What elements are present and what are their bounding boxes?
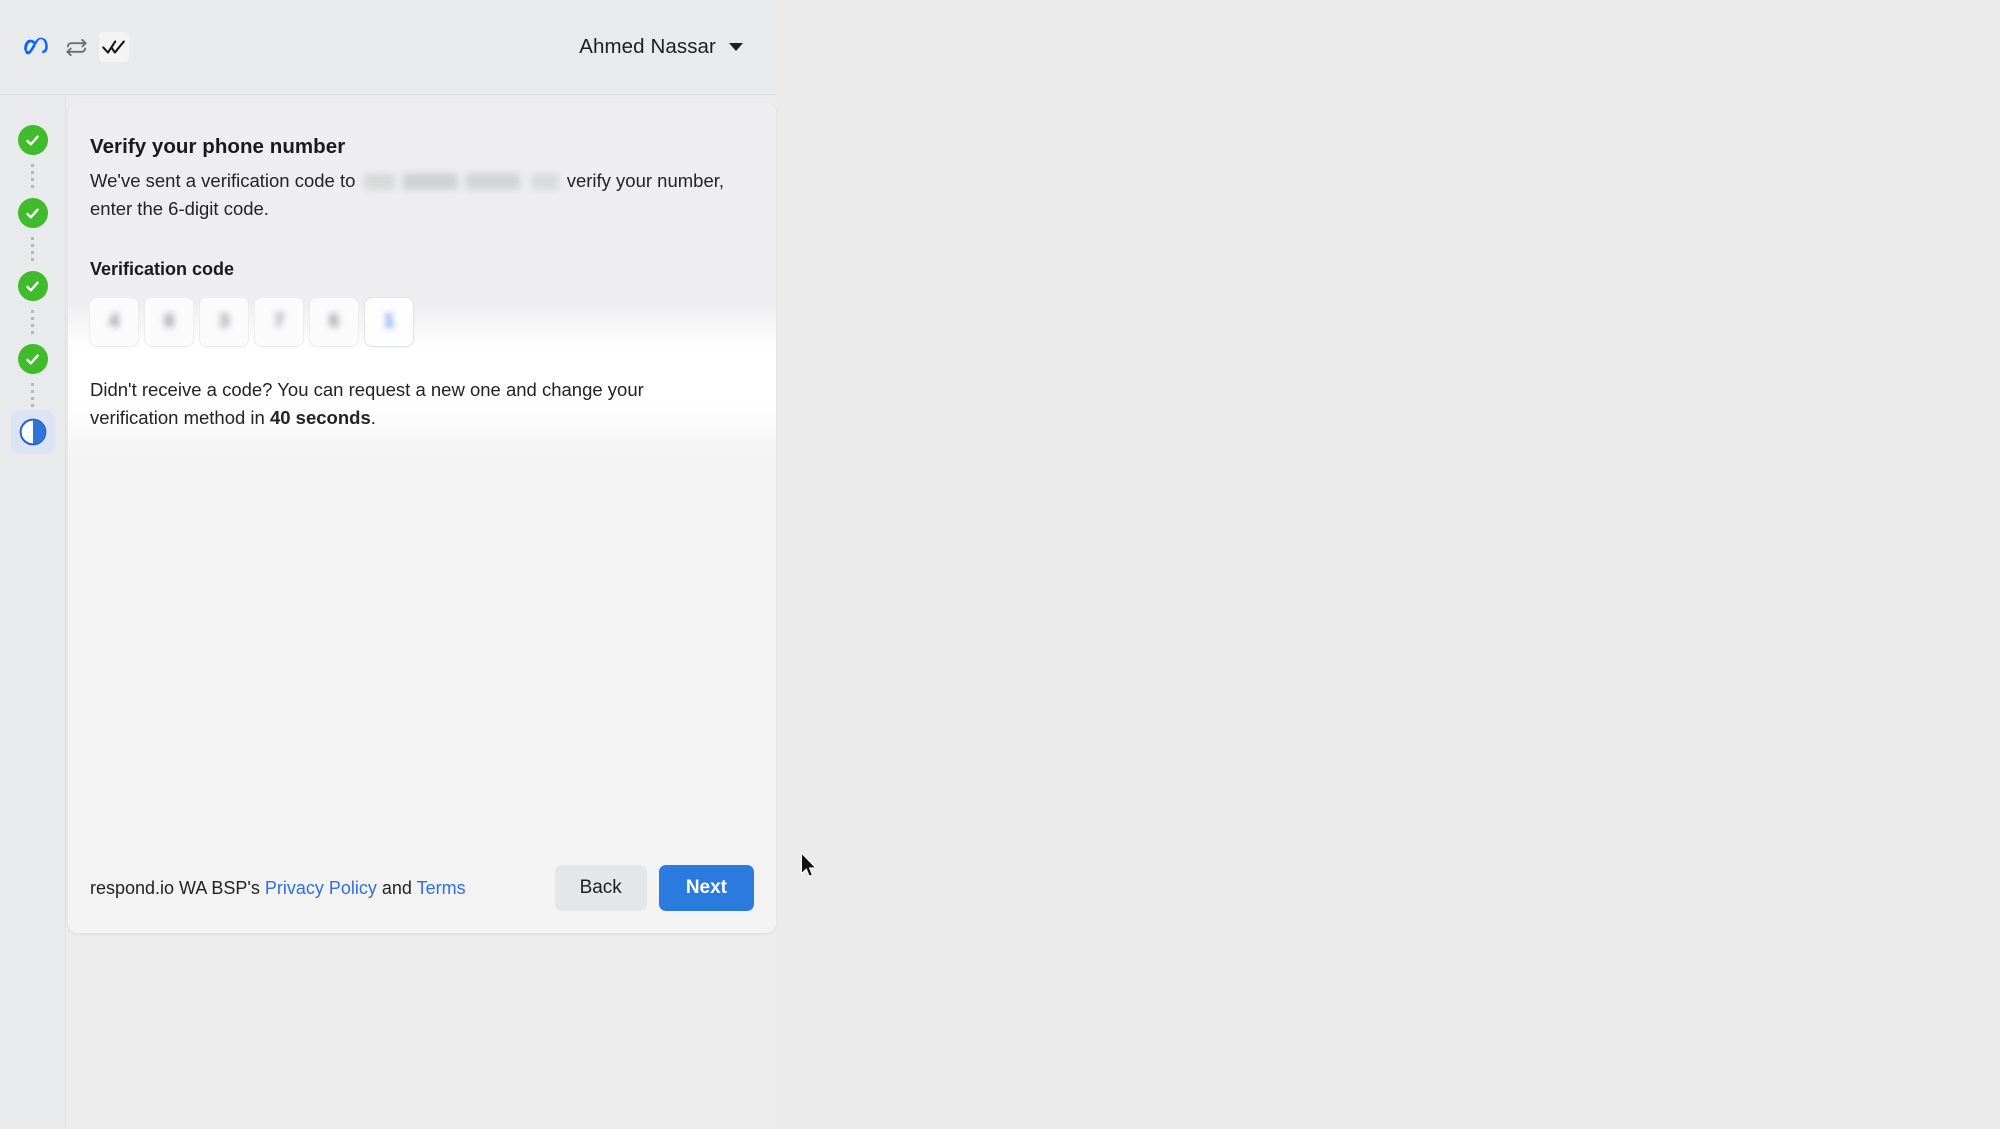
footer-button-group: Back Next bbox=[554, 865, 754, 911]
step-item-5[interactable] bbox=[10, 410, 55, 454]
otp-digit-4: 7 bbox=[273, 311, 285, 332]
resend-code-text: Didn't receive a code? You can request a… bbox=[90, 376, 690, 432]
legal-middle: and bbox=[376, 877, 417, 898]
legal-prefix: respond.io WA BSP's bbox=[90, 877, 265, 898]
step-connector bbox=[31, 164, 34, 189]
step-item-4[interactable] bbox=[11, 337, 55, 381]
otp-digit-5: 6 bbox=[328, 311, 340, 332]
otp-input-5[interactable]: 6 bbox=[310, 298, 358, 346]
app-root: Ahmed Nassar Verify your phone number We… bbox=[0, 0, 2000, 1129]
card-body: Verify your phone number We've sent a ve… bbox=[68, 103, 776, 432]
otp-digit-6: 1 bbox=[383, 311, 395, 332]
description-text-before: We've sent a verification code to bbox=[90, 170, 356, 191]
legal-text: respond.io WA BSP's Privacy Policy and T… bbox=[90, 878, 466, 899]
chevron-down-icon bbox=[729, 43, 743, 51]
user-menu-button[interactable]: Ahmed Nassar bbox=[579, 35, 743, 59]
card-footer: respond.io WA BSP's Privacy Policy and T… bbox=[68, 843, 776, 933]
otp-input-4[interactable]: 7 bbox=[255, 298, 303, 346]
redacted-phone-number bbox=[363, 173, 559, 190]
page-background-right bbox=[776, 0, 2000, 1129]
otp-digit-3: 3 bbox=[218, 311, 230, 332]
back-button[interactable]: Back bbox=[554, 865, 647, 911]
embedded-signup-panel: Ahmed Nassar Verify your phone number We… bbox=[0, 0, 776, 1129]
step-in-progress-icon bbox=[19, 418, 46, 446]
sync-icon bbox=[65, 36, 88, 59]
terms-link[interactable]: Terms bbox=[417, 878, 466, 898]
step-item-3[interactable] bbox=[11, 264, 55, 308]
resend-text-suffix: . bbox=[370, 407, 376, 428]
card-description: We've sent a verification code to verify… bbox=[90, 167, 750, 223]
otp-digit-2: 8 bbox=[163, 311, 175, 332]
step-connector bbox=[31, 383, 34, 408]
step-completed-icon bbox=[17, 198, 48, 228]
otp-digit-1: 4 bbox=[108, 311, 120, 332]
app-header: Ahmed Nassar bbox=[0, 0, 776, 95]
step-connector bbox=[31, 310, 34, 335]
page-title: Verify your phone number bbox=[90, 135, 346, 158]
whatsapp-double-check-icon bbox=[99, 32, 129, 62]
step-completed-icon bbox=[17, 271, 48, 301]
otp-input-2[interactable]: 8 bbox=[145, 298, 193, 346]
verification-card: Verify your phone number We've sent a ve… bbox=[68, 103, 776, 933]
resend-timer: 40 seconds bbox=[269, 407, 371, 428]
user-name-label: Ahmed Nassar bbox=[579, 35, 716, 58]
step-completed-icon bbox=[17, 344, 48, 374]
next-button[interactable]: Next bbox=[658, 865, 754, 911]
meta-logo bbox=[22, 36, 54, 58]
step-connector bbox=[31, 237, 34, 262]
step-item-1[interactable] bbox=[11, 118, 55, 162]
progress-stepper bbox=[0, 96, 66, 1129]
otp-input-6[interactable]: 1 bbox=[365, 298, 413, 346]
brand-icon-group bbox=[22, 32, 129, 62]
verification-code-input-group[interactable]: 4 8 3 7 6 1 bbox=[90, 298, 754, 346]
verification-code-label: Verification code bbox=[90, 259, 235, 279]
step-item-2[interactable] bbox=[11, 191, 55, 235]
otp-input-1[interactable]: 4 bbox=[90, 298, 138, 346]
privacy-policy-link[interactable]: Privacy Policy bbox=[265, 878, 377, 898]
step-completed-icon bbox=[17, 125, 48, 155]
otp-input-3[interactable]: 3 bbox=[200, 298, 248, 346]
